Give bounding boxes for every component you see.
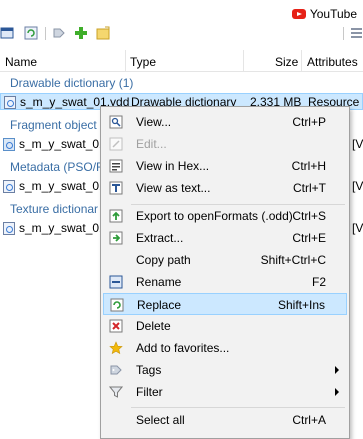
context-menu: View... Ctrl+P Edit... View in Hex... Ct… — [100, 106, 350, 439]
add-icon[interactable] — [74, 26, 88, 40]
column-size[interactable]: Size — [275, 55, 298, 69]
file-icon — [3, 180, 15, 193]
toolbar: YouTube — [0, 0, 363, 48]
delete-icon — [109, 319, 123, 333]
row-name: s_m_y_swat_01. — [19, 221, 110, 235]
menu-item-replace[interactable]: Replace Shift+Ins — [103, 293, 347, 315]
hex-icon — [109, 159, 123, 173]
youtube-label: YouTube — [309, 7, 357, 21]
menu-item-shortcut: F2 — [311, 275, 326, 289]
details-view-icon[interactable] — [350, 26, 363, 40]
menu-item-export[interactable]: Export to openFormats (.odd) Ctrl+S — [103, 205, 347, 227]
magnifier-icon — [109, 115, 123, 129]
menu-item-shortcut: Ctrl+S — [292, 209, 326, 223]
window-icon[interactable] — [0, 26, 14, 40]
file-icon — [3, 222, 15, 235]
youtube-icon — [291, 9, 306, 19]
group-header[interactable]: Fragment object ( — [10, 118, 104, 132]
menu-item-label: Add to favorites... — [136, 341, 230, 355]
text-icon — [109, 181, 123, 195]
menu-item-label: Tags — [136, 363, 162, 377]
menu-item-label: View... — [136, 115, 172, 129]
menu-item-shortcut: Shift+Ins — [277, 298, 325, 312]
column-divider[interactable] — [301, 50, 302, 72]
menu-item-copy-path[interactable]: Copy path Shift+Ctrl+C — [103, 249, 347, 271]
menu-item-tags[interactable]: Tags — [103, 359, 347, 381]
menu-item-shortcut: Ctrl+H — [291, 159, 326, 173]
menu-item-label: Rename — [136, 275, 182, 289]
menu-item-label: Delete — [136, 319, 171, 333]
menu-item-shortcut: Ctrl+T — [293, 181, 326, 195]
menu-item-label: Edit... — [136, 137, 167, 151]
star-icon — [109, 341, 123, 355]
menu-item-label: View in Hex... — [136, 159, 210, 173]
menu-item-view-text[interactable]: View as text... Ctrl+T — [103, 177, 347, 199]
column-name[interactable]: Name — [5, 55, 37, 69]
toolbar-separator — [343, 27, 344, 40]
column-type[interactable]: Type — [130, 55, 156, 69]
row-attributes: [V — [352, 221, 363, 235]
export-icon — [109, 209, 123, 223]
tag-icon[interactable] — [52, 26, 66, 40]
fragment-file-icon — [3, 138, 15, 151]
menu-item-shortcut: Ctrl+P — [292, 115, 326, 129]
menu-item-delete[interactable]: Delete — [103, 315, 347, 337]
submenu-arrow-icon — [335, 388, 339, 396]
column-divider[interactable] — [125, 50, 126, 72]
menu-item-select-all[interactable]: Select all Ctrl+A — [103, 409, 347, 431]
row-name: s_m_y_swat_01. — [19, 137, 110, 151]
file-icon — [4, 96, 16, 109]
submenu-arrow-icon — [335, 366, 339, 374]
row-attributes: [V — [352, 137, 363, 151]
extract-icon — [109, 231, 123, 245]
menu-item-label: Select all — [136, 413, 185, 427]
rename-icon — [109, 275, 123, 289]
menu-item-shortcut: Ctrl+A — [292, 413, 326, 427]
group-header[interactable]: Metadata (PSO/R — [10, 160, 105, 174]
row-name: s_m_y_swat_01. — [19, 179, 110, 193]
youtube-link[interactable]: YouTube — [291, 7, 357, 21]
filter-icon — [109, 385, 123, 399]
menu-item-edit[interactable]: Edit... — [103, 133, 347, 155]
tag-icon — [109, 363, 123, 377]
menu-item-rename[interactable]: Rename F2 — [103, 271, 347, 293]
column-attributes[interactable]: Attributes — [307, 55, 358, 69]
menu-item-label: View as text... — [136, 181, 211, 195]
menu-item-extract[interactable]: Extract... Ctrl+E — [103, 227, 347, 249]
menu-item-shortcut: Ctrl+E — [292, 231, 326, 245]
column-divider[interactable] — [243, 50, 244, 72]
menu-item-label: Copy path — [136, 253, 191, 267]
edit-icon — [109, 137, 123, 151]
row-attributes: [V — [352, 179, 363, 193]
menu-separator — [131, 407, 345, 408]
refresh-icon[interactable] — [24, 26, 38, 40]
group-header[interactable]: Texture dictionar — [10, 202, 98, 216]
menu-item-label: Extract... — [136, 231, 184, 245]
toolbar-separator — [45, 27, 46, 40]
menu-item-view-hex[interactable]: View in Hex... Ctrl+H — [103, 155, 347, 177]
menu-item-shortcut: Shift+Ctrl+C — [260, 253, 326, 267]
replace-icon — [110, 298, 124, 312]
menu-item-label: Export to openFormats (.odd) — [136, 209, 293, 223]
menu-item-label: Filter — [136, 385, 163, 399]
group-header[interactable]: Drawable dictionary (1) — [10, 76, 133, 90]
column-header: Name Type Size Attributes — [0, 50, 363, 72]
new-folder-icon[interactable] — [96, 26, 110, 40]
menu-item-filter[interactable]: Filter — [103, 381, 347, 403]
menu-item-label: Replace — [137, 298, 182, 312]
menu-item-view[interactable]: View... Ctrl+P — [103, 111, 347, 133]
menu-item-add-favorites[interactable]: Add to favorites... — [103, 337, 347, 359]
